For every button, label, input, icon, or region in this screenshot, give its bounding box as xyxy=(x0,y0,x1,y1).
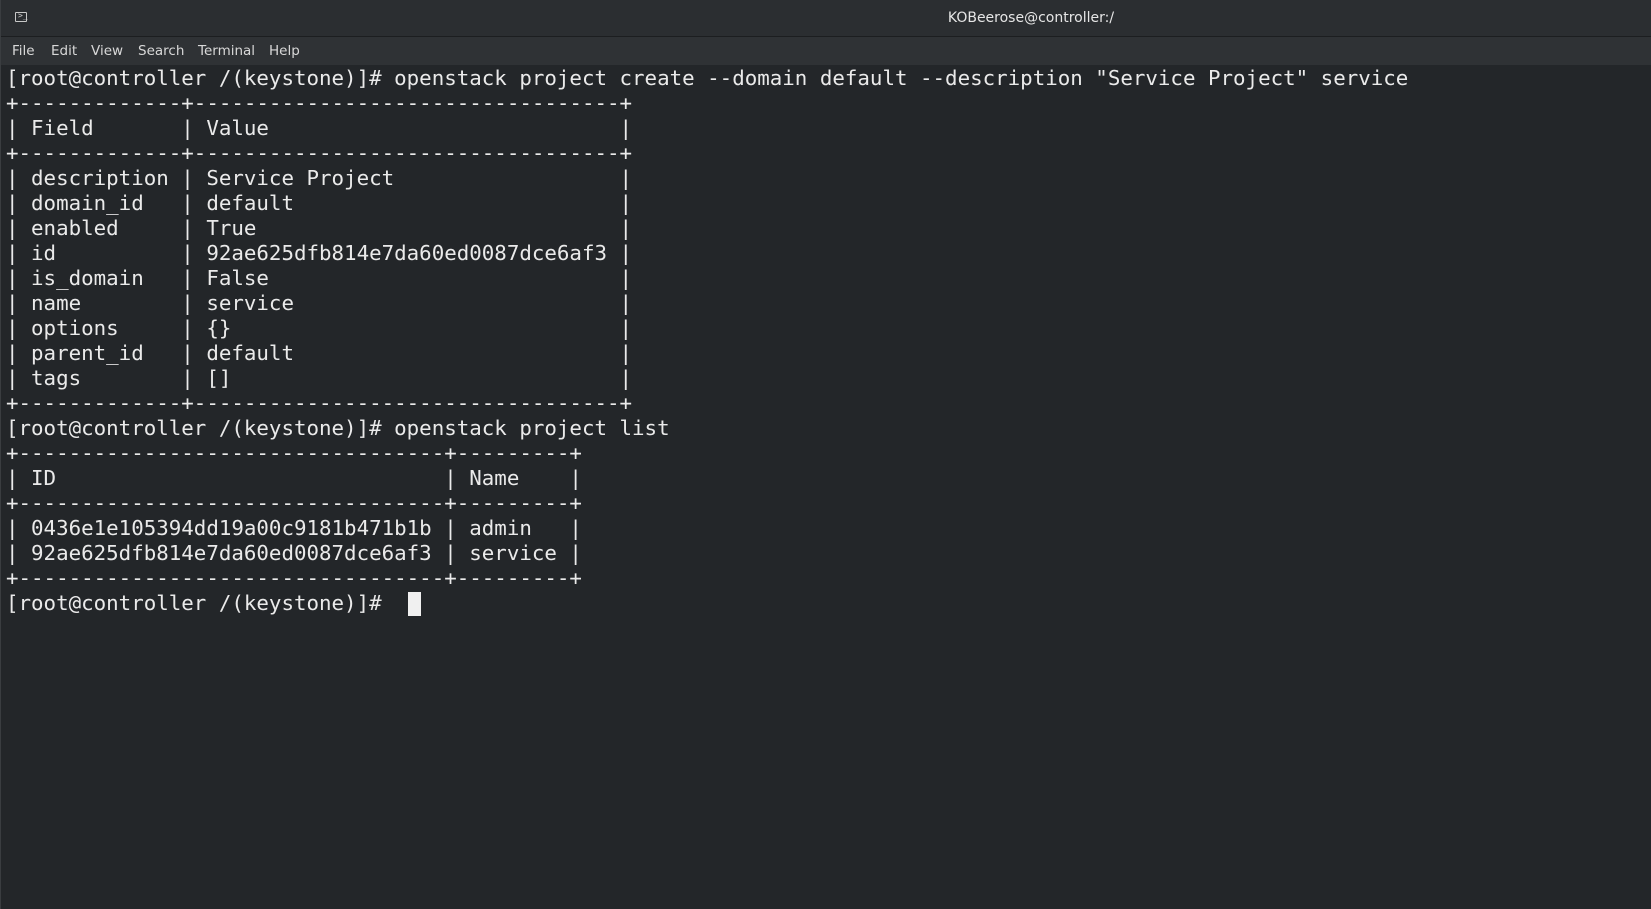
terminal-line: +-------------+-------------------------… xyxy=(6,141,633,165)
menu-bar: File Edit View Search Terminal Help xyxy=(1,37,1651,65)
menu-help[interactable]: Help xyxy=(269,37,300,65)
terminal-line: | domain_id | default | xyxy=(6,191,633,215)
terminal-line: | Field | Value | xyxy=(6,116,633,140)
terminal-line: +-------------+-------------------------… xyxy=(6,91,633,115)
terminal-line: +-------------+-------------------------… xyxy=(6,391,633,415)
terminal-line: | description | Service Project | xyxy=(6,166,633,190)
terminal-line: | enabled | True | xyxy=(6,216,633,240)
terminal-line: +----------------------------------+----… xyxy=(6,491,582,515)
window-title: KOBeerose@controller:/ xyxy=(947,10,1115,26)
terminal-line: | ID | Name | xyxy=(6,466,582,490)
terminal-line: +----------------------------------+----… xyxy=(6,566,582,590)
terminal-line: [root@controller /(keystone)]# openstack… xyxy=(6,416,670,440)
menu-search[interactable]: Search xyxy=(138,37,184,65)
terminal-line: | name | service | xyxy=(6,291,633,315)
menu-file[interactable]: File xyxy=(12,37,35,65)
terminal-line: [root@controller /(keystone)]# openstack… xyxy=(6,66,1409,90)
terminal-line: | is_domain | False | xyxy=(6,266,633,290)
terminal-line: | tags | [] | xyxy=(6,366,633,390)
title-bar[interactable]: >_ KOBeerose@controller:/ xyxy=(1,0,1651,37)
terminal-line: | options | {} | xyxy=(6,316,633,340)
terminal-line: | 0436e1e105394dd19a00c9181b471b1b | adm… xyxy=(6,516,582,540)
terminal-line: | 92ae625dfb814e7da60ed0087dce6af3 | ser… xyxy=(6,541,582,565)
text-cursor xyxy=(408,592,421,616)
terminal-line: +----------------------------------+----… xyxy=(6,441,582,465)
terminal-prompt: [root@controller /(keystone)]# xyxy=(6,591,395,615)
terminal-output[interactable]: [root@controller /(keystone)]# openstack… xyxy=(1,65,1651,909)
menu-view[interactable]: View xyxy=(91,37,123,65)
terminal-window: >_ KOBeerose@controller:/ File Edit View… xyxy=(0,0,1651,909)
terminal-line: | parent_id | default | xyxy=(6,341,633,365)
terminal-line: | id | 92ae625dfb814e7da60ed0087dce6af3 … xyxy=(6,241,633,265)
menu-edit[interactable]: Edit xyxy=(51,37,77,65)
menu-terminal[interactable]: Terminal xyxy=(198,37,255,65)
terminal-icon: >_ xyxy=(15,11,28,22)
